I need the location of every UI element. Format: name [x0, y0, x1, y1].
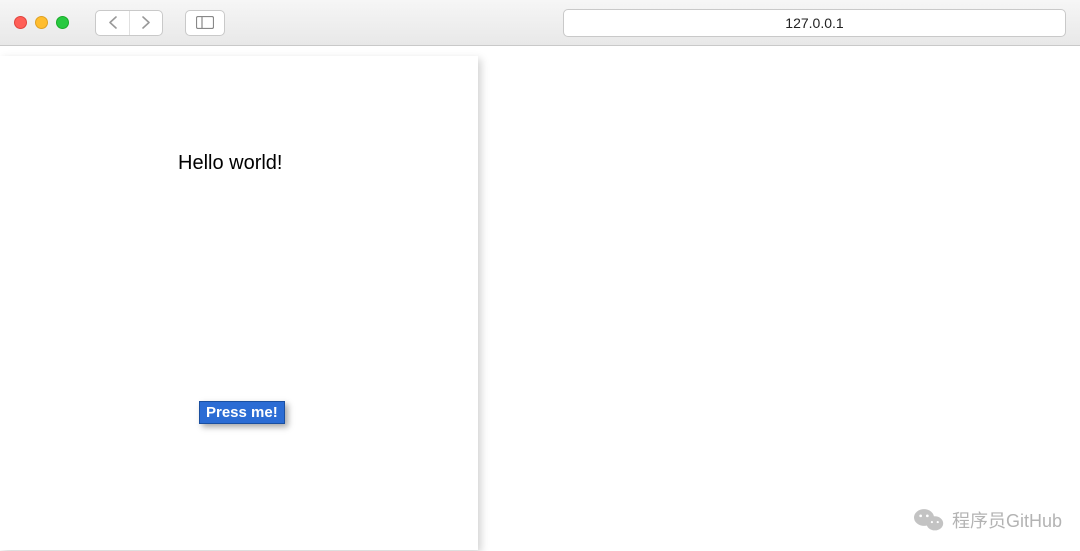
address-bar[interactable]: 127.0.0.1 — [563, 9, 1066, 37]
browser-toolbar: 127.0.0.1 — [0, 0, 1080, 46]
page-content: Hello world! Press me! 程序员GitHub — [0, 46, 1080, 551]
navigation-buttons — [95, 10, 163, 36]
sidebar-icon — [196, 16, 214, 29]
hello-heading: Hello world! — [178, 152, 282, 175]
close-window-button[interactable] — [14, 16, 27, 29]
chevron-left-icon — [108, 16, 117, 29]
back-button[interactable] — [96, 10, 129, 36]
wechat-icon — [914, 507, 944, 533]
watermark-text: 程序员GitHub — [952, 507, 1062, 533]
forward-button[interactable] — [129, 10, 162, 36]
watermark: 程序员GitHub — [914, 507, 1062, 533]
sidebar-toggle-button[interactable] — [185, 10, 225, 36]
minimize-window-button[interactable] — [35, 16, 48, 29]
maximize-window-button[interactable] — [56, 16, 69, 29]
press-me-button[interactable]: Press me! — [199, 401, 285, 424]
address-text: 127.0.0.1 — [785, 15, 843, 31]
chevron-right-icon — [142, 16, 151, 29]
window-controls — [14, 16, 69, 29]
app-window: Hello world! Press me! — [0, 56, 478, 550]
